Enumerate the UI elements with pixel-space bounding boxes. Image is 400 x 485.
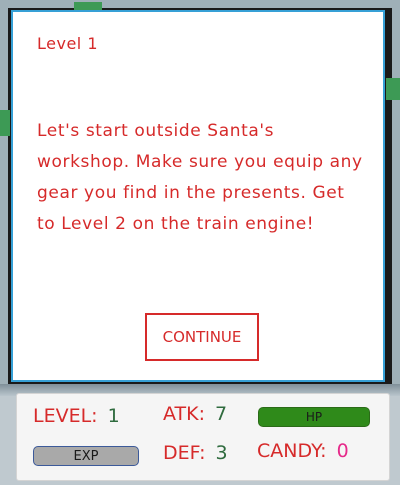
- attack-label: ATK:: [163, 403, 205, 425]
- level-value: 1: [107, 405, 120, 427]
- defense-stat: DEF: 3: [163, 442, 228, 464]
- level-message: Let's start outside Santa's workshop. Ma…: [37, 121, 363, 234]
- exp-bar: EXP: [33, 446, 139, 466]
- defense-label: DEF:: [163, 442, 206, 464]
- level-stat: LEVEL: 1: [33, 405, 120, 427]
- candy-value: 0: [336, 440, 349, 462]
- level-label: LEVEL:: [33, 405, 98, 427]
- candy-label: CANDY:: [257, 440, 327, 462]
- tree-sprite: [386, 78, 400, 100]
- continue-button[interactable]: CONTINUE: [145, 313, 259, 361]
- defense-value: 3: [215, 442, 228, 464]
- attack-value: 7: [215, 403, 228, 425]
- level-title: Level 1: [37, 34, 98, 53]
- tree-sprite: [0, 110, 10, 136]
- candy-stat: CANDY: 0: [257, 440, 349, 462]
- hp-bar: HP: [258, 407, 370, 427]
- stats-panel: LEVEL: 1 ATK: 7 HP EXP DEF: 3 CANDY: 0: [16, 393, 390, 481]
- exp-label: EXP: [73, 448, 99, 464]
- hp-label: HP: [305, 410, 323, 424]
- level-intro-dialog: Level 1 Let's start outside Santa's work…: [11, 10, 385, 382]
- attack-stat: ATK: 7: [163, 403, 227, 425]
